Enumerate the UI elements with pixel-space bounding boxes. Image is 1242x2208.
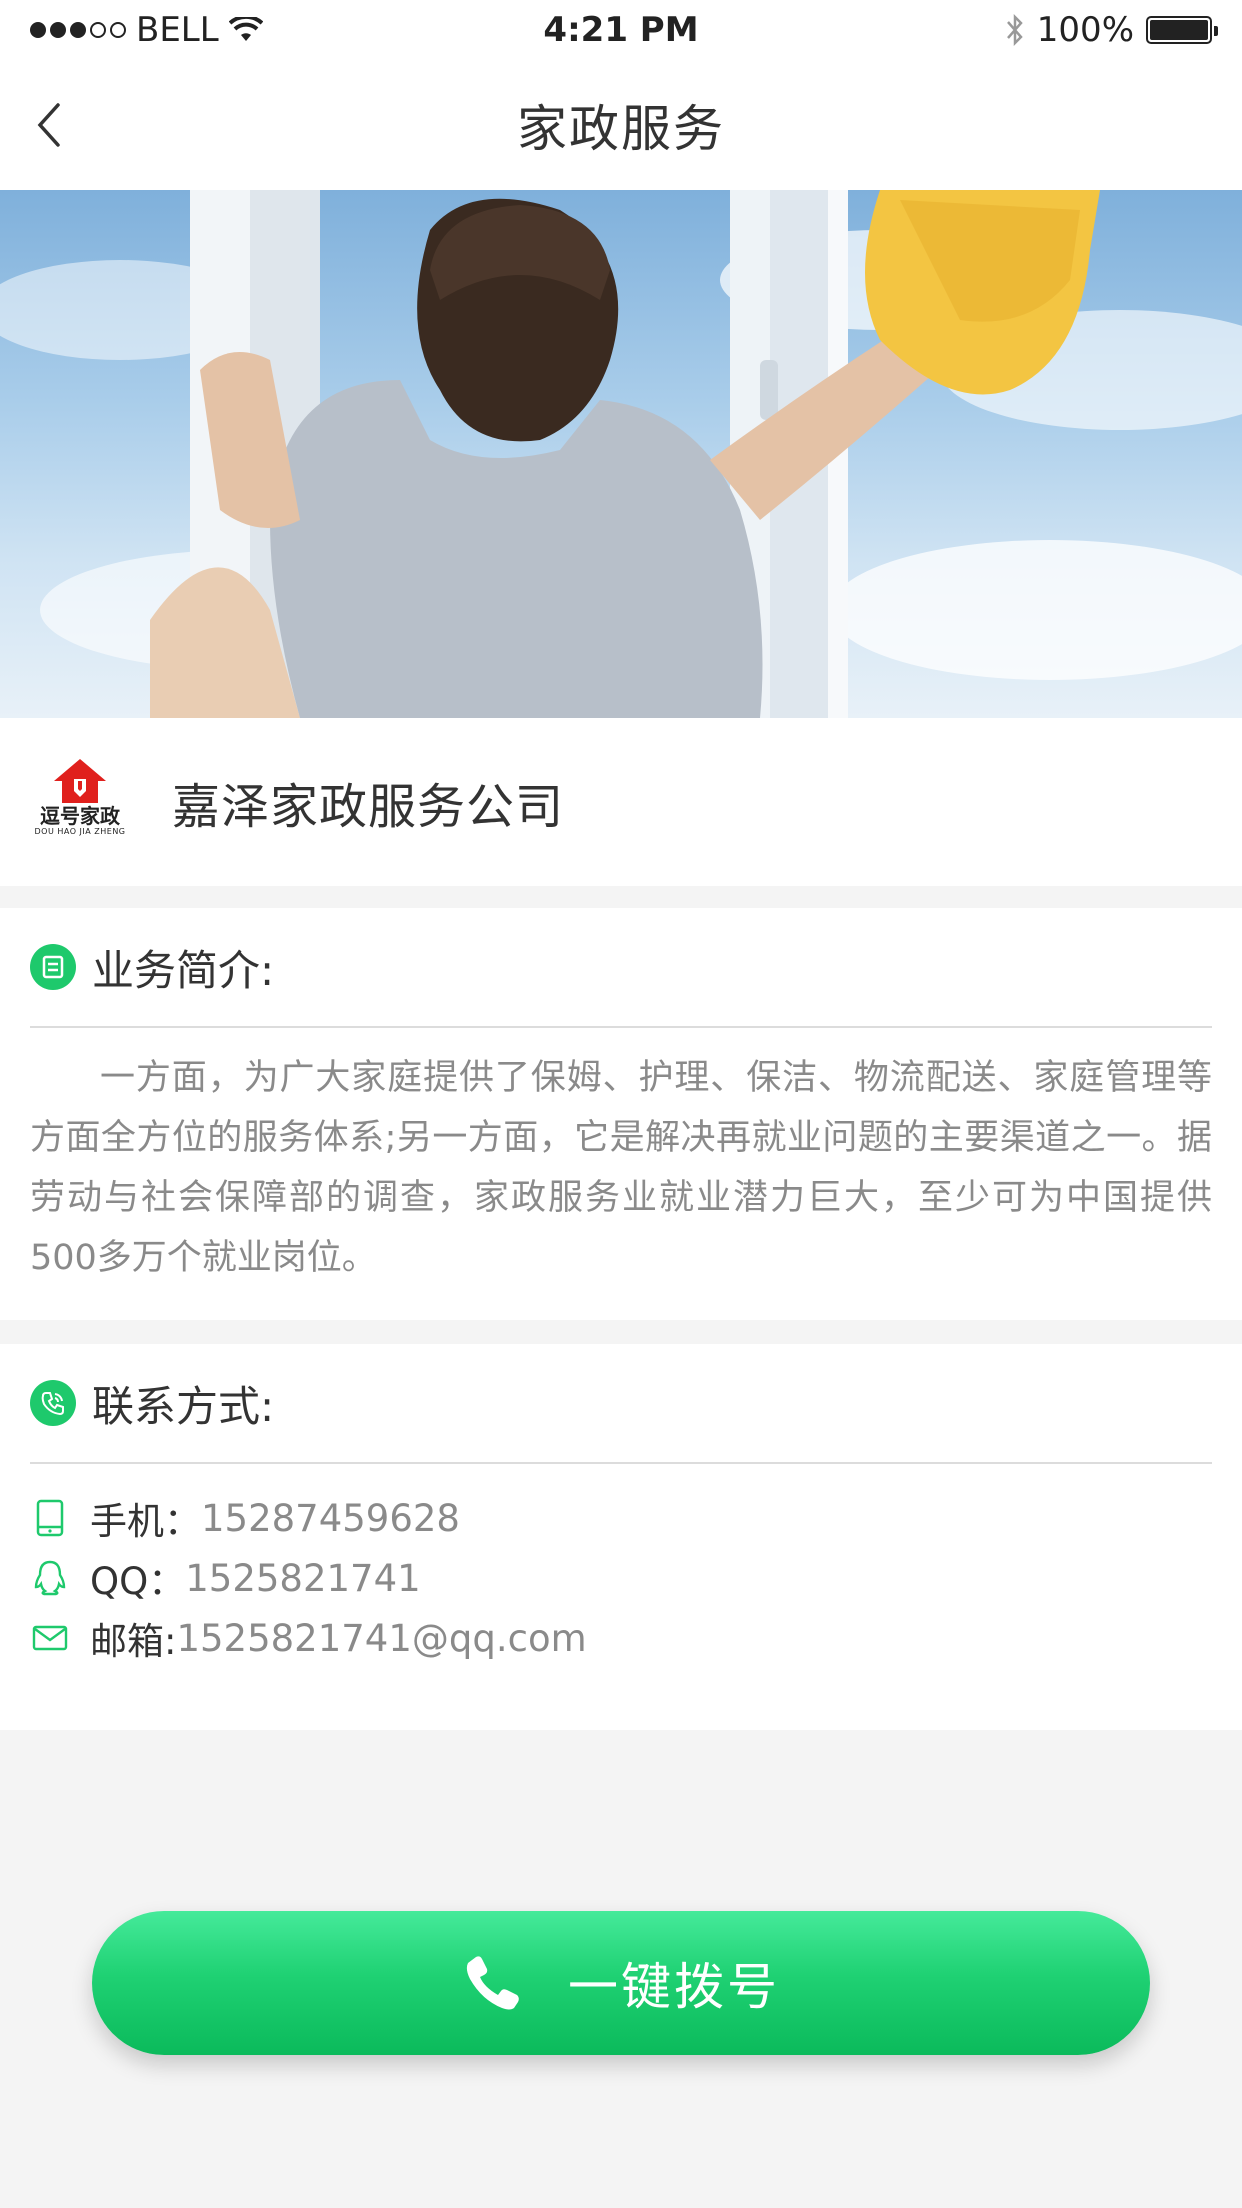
qq-value[interactable]: 1525821741 xyxy=(185,1557,420,1600)
back-button[interactable] xyxy=(24,100,74,150)
bluetooth-icon xyxy=(1006,13,1023,47)
nav-bar: 家政服务 xyxy=(0,60,1242,190)
signal-icon xyxy=(30,22,126,38)
one-click-call-button[interactable]: 一键拨号 xyxy=(92,1911,1150,2055)
chevron-left-icon xyxy=(37,103,60,147)
status-bar: BELL 4:21 PM 100% xyxy=(0,0,1242,60)
mobile-phone-icon xyxy=(30,1498,70,1538)
intro-header: 业务简介: xyxy=(30,908,1212,1028)
qq-icon xyxy=(30,1558,70,1598)
phone-handset-icon xyxy=(466,1956,519,2010)
phone-call-icon xyxy=(30,1380,76,1426)
carrier-label: BELL xyxy=(136,10,219,50)
status-right: 100% xyxy=(1005,10,1218,50)
contact-section: 联系方式: 手机： 15287459628 QQ： 1525821741 邮箱:… xyxy=(0,1344,1242,1730)
wifi-icon xyxy=(228,17,263,41)
company-name: 嘉泽家政服务公司 xyxy=(172,779,565,835)
phone-label: 手机： xyxy=(90,1500,201,1543)
intro-section: 业务简介: 一方面，为广大家庭提供了保姆、护理、保洁、物流配送、家庭管理等方面全… xyxy=(0,908,1242,1320)
company-header: 逗号家政 DOU HAO JIA ZHENG 嘉泽家政服务公司 xyxy=(0,718,1242,886)
status-left: BELL xyxy=(30,10,263,50)
logo-text: 逗号家政 xyxy=(40,804,120,828)
battery-percent: 100% xyxy=(1036,10,1134,50)
house-logo-icon xyxy=(54,759,106,803)
email-label: 邮箱: xyxy=(90,1620,177,1663)
email-value[interactable]: 1525821741@qq.com xyxy=(176,1617,586,1660)
intro-title: 业务简介: xyxy=(92,945,275,995)
phone-value[interactable]: 15287459628 xyxy=(201,1497,460,1540)
contact-list: 手机： 15287459628 QQ： 1525821741 邮箱: 15258… xyxy=(30,1488,1212,1668)
call-button-label: 一键拨号 xyxy=(568,1958,780,2016)
window-cleaning-illustration xyxy=(0,190,1242,718)
contact-header: 联系方式: xyxy=(30,1344,1212,1464)
battery-icon xyxy=(1146,16,1218,44)
mail-icon xyxy=(30,1618,70,1658)
qq-label: QQ： xyxy=(90,1560,186,1603)
contact-row-email[interactable]: 邮箱: 1525821741@qq.com xyxy=(30,1608,1212,1668)
page-title: 家政服务 xyxy=(517,100,725,158)
contact-title: 联系方式: xyxy=(92,1381,275,1431)
intro-text: 一方面，为广大家庭提供了保姆、护理、保洁、物流配送、家庭管理等方面全方位的服务体… xyxy=(30,1058,1212,1278)
document-icon xyxy=(30,944,76,990)
hero-image xyxy=(0,190,1242,718)
company-logo: 逗号家政 DOU HAO JIA ZHENG xyxy=(30,757,130,847)
contact-row-phone[interactable]: 手机： 15287459628 xyxy=(30,1488,1212,1548)
logo-subtext: DOU HAO JIA ZHENG xyxy=(34,827,126,836)
contact-row-qq[interactable]: QQ： 1525821741 xyxy=(30,1548,1212,1608)
